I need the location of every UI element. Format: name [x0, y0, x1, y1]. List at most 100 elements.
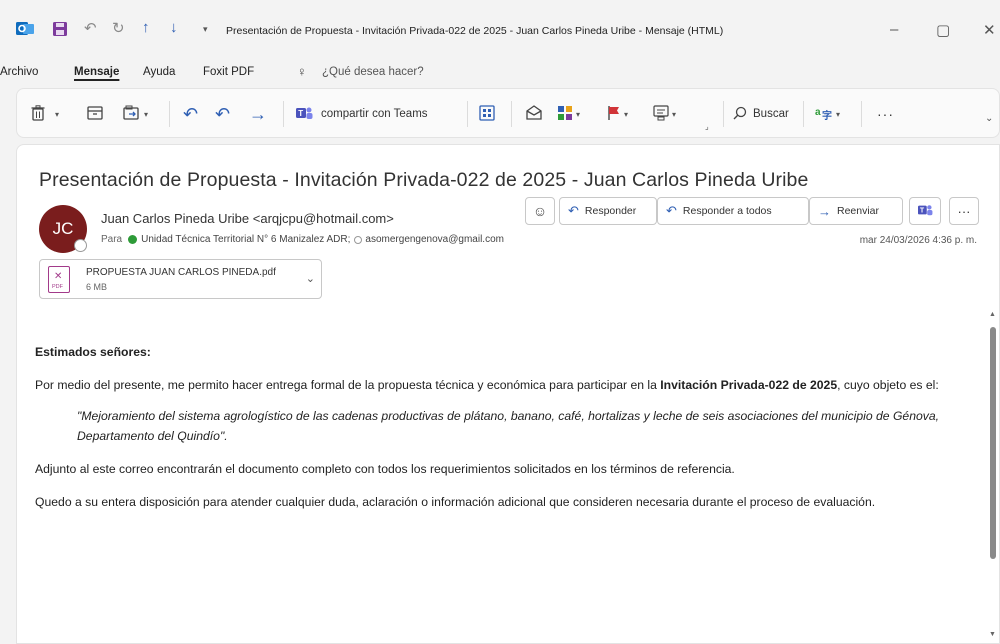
- undo-icon[interactable]: ↶: [84, 19, 97, 37]
- ribbon-divider: [283, 101, 284, 127]
- delete-button[interactable]: ▾: [31, 103, 59, 125]
- menu-ayuda[interactable]: Ayuda: [143, 66, 175, 78]
- save-icon[interactable]: [52, 21, 68, 42]
- move-folder-icon: [123, 105, 141, 124]
- teams-icon: T: [917, 203, 933, 220]
- recipient-2[interactable]: asomergengenova@gmail.com: [365, 234, 504, 245]
- next-item-icon[interactable]: ↓: [170, 19, 178, 36]
- presence-unknown-icon: [354, 235, 363, 244]
- collapse-ribbon-icon[interactable]: ⌄: [985, 107, 993, 129]
- search-ribbon-button[interactable]: Buscar: [733, 103, 789, 125]
- redo-icon[interactable]: ↻: [112, 19, 125, 37]
- menu-mensaje[interactable]: Mensaje: [74, 66, 119, 78]
- more-actions-button[interactable]: ···: [949, 197, 979, 225]
- reply-all-label: Responder a todos: [682, 205, 772, 217]
- presence-available-icon: [128, 235, 138, 244]
- svg-text:字: 字: [822, 109, 832, 121]
- chevron-down-icon: ▾: [144, 109, 149, 119]
- ribbon-divider: [511, 101, 512, 127]
- previous-item-icon[interactable]: ↑: [142, 19, 150, 36]
- chevron-down-icon: ▾: [576, 109, 581, 119]
- customize-qat-icon[interactable]: ▾: [203, 24, 208, 35]
- body-paragraph-1: Por medio del presente, me permito hacer…: [35, 378, 939, 392]
- envelope-open-icon: [525, 104, 543, 124]
- forward-ribbon-button[interactable]: →: [249, 103, 267, 125]
- options-icon: [653, 104, 669, 124]
- ribbon-divider: [169, 101, 170, 127]
- reply-icon: ↶: [183, 103, 199, 124]
- chevron-down-icon: ▾: [55, 109, 60, 119]
- reply-label: Responder: [584, 205, 637, 217]
- close-button[interactable]: ✕: [983, 21, 996, 39]
- reply-icon: ↶: [568, 203, 579, 218]
- scroll-up-icon[interactable]: ▲: [989, 311, 996, 318]
- body-paragraph-3: Quedo a su entera disposición para atend…: [35, 495, 876, 509]
- translate-button[interactable]: a字 ▾: [815, 103, 840, 125]
- sender-name[interactable]: Juan Carlos Pineda Uribe <arqjcpu@hotmai…: [101, 211, 394, 226]
- more-options-button[interactable]: ···: [877, 103, 894, 125]
- mark-read-button[interactable]: [525, 103, 543, 125]
- outlook-app-icon: [16, 21, 34, 42]
- ribbon-divider: [723, 101, 724, 127]
- lightbulb-icon: ♀: [297, 64, 307, 79]
- window-title: Presentación de Propuesta - Invitación P…: [226, 25, 724, 37]
- maximize-button[interactable]: ▢: [936, 21, 950, 39]
- reply-all-button[interactable]: ↶ Responder a todos: [657, 197, 809, 225]
- reading-pane: Presentación de Propuesta - Invitación P…: [16, 144, 1000, 644]
- forward-button[interactable]: → Reenviar: [809, 197, 903, 225]
- attachment-name: PROPUESTA JUAN CARLOS PINEDA.pdf: [86, 267, 276, 278]
- body-paragraph-2: Adjunto al este correo encontrarán el do…: [35, 462, 735, 476]
- reply-button[interactable]: ↶ Responder: [559, 197, 657, 225]
- archive-icon: [87, 105, 103, 123]
- greeting: Estimados señores:: [35, 345, 151, 359]
- chevron-down-icon[interactable]: ⌄: [306, 272, 315, 285]
- reply-ribbon-button[interactable]: ↶: [183, 103, 198, 125]
- recipients-line: Para Unidad Técnica Territorial N° 6 Man…: [101, 234, 504, 245]
- svg-text:T: T: [298, 109, 303, 118]
- minimize-button[interactable]: –: [890, 21, 898, 38]
- chevron-down-icon: ▾: [624, 109, 629, 119]
- more-commands-button[interactable]: ▾: [653, 103, 676, 125]
- archive-button[interactable]: [87, 103, 103, 125]
- avatar-initials: JC: [52, 219, 74, 238]
- menu-bar: Archivo Mensaje Ayuda Foxit PDF ♀ ¿Qué d…: [0, 60, 1000, 85]
- reply-all-ribbon-button[interactable]: ↶: [215, 103, 230, 125]
- forward-icon: →: [249, 103, 267, 124]
- categorize-button[interactable]: ▾: [557, 103, 580, 125]
- chevron-down-icon: ▾: [672, 109, 677, 119]
- move-button[interactable]: ▾: [123, 103, 148, 125]
- search-label: Buscar: [753, 108, 789, 120]
- to-label: Para: [101, 234, 123, 245]
- scrollbar-thumb[interactable]: [990, 327, 996, 559]
- scroll-down-icon[interactable]: ▼: [989, 631, 996, 638]
- tell-me-search[interactable]: ¿Qué desea hacer?: [322, 66, 424, 78]
- smiley-icon: ☺: [532, 203, 548, 219]
- reply-all-icon: ↶: [666, 203, 677, 218]
- message-subject: Presentación de Propuesta - Invitación P…: [39, 169, 809, 191]
- forward-label: Reenviar: [837, 205, 880, 217]
- share-teams-button[interactable]: T compartir con Teams: [295, 103, 428, 125]
- translate-icon: a字: [815, 105, 833, 124]
- ribbon-divider: [861, 101, 862, 127]
- recipient-1[interactable]: Unidad Técnica Territorial N° 6 Manizale…: [141, 234, 350, 245]
- menu-foxit-pdf[interactable]: Foxit PDF: [203, 66, 254, 78]
- invitation-reference: Invitación Privada-022 de 2025: [660, 378, 838, 392]
- emoji-reaction-button[interactable]: ☺: [525, 197, 555, 225]
- attachment-card[interactable]: ✕ PDF PROPUESTA JUAN CARLOS PINEDA.pdf 6…: [39, 259, 322, 299]
- menu-archivo[interactable]: Archivo: [0, 66, 38, 78]
- dialog-launcher-icon[interactable]: ⌟: [705, 115, 709, 137]
- pdf-file-icon: ✕ PDF: [48, 266, 70, 293]
- presence-status-icon: [74, 239, 87, 252]
- teams-icon: T: [295, 105, 313, 124]
- vertical-scrollbar[interactable]: ▲ ▼: [987, 305, 999, 644]
- trash-icon: [31, 104, 45, 124]
- project-object-quote: "Mejoramiento del sistema agrologístico …: [77, 409, 940, 443]
- search-icon: [733, 106, 747, 123]
- svg-text:a: a: [815, 107, 821, 118]
- teams-share-button[interactable]: T: [909, 197, 941, 225]
- apps-button[interactable]: [479, 103, 495, 125]
- message-date: mar 24/03/2026 4:36 p. m.: [859, 235, 977, 246]
- follow-up-button[interactable]: ▾: [607, 103, 628, 125]
- share-teams-label: compartir con Teams: [321, 108, 428, 120]
- grid-app-icon: [479, 104, 495, 124]
